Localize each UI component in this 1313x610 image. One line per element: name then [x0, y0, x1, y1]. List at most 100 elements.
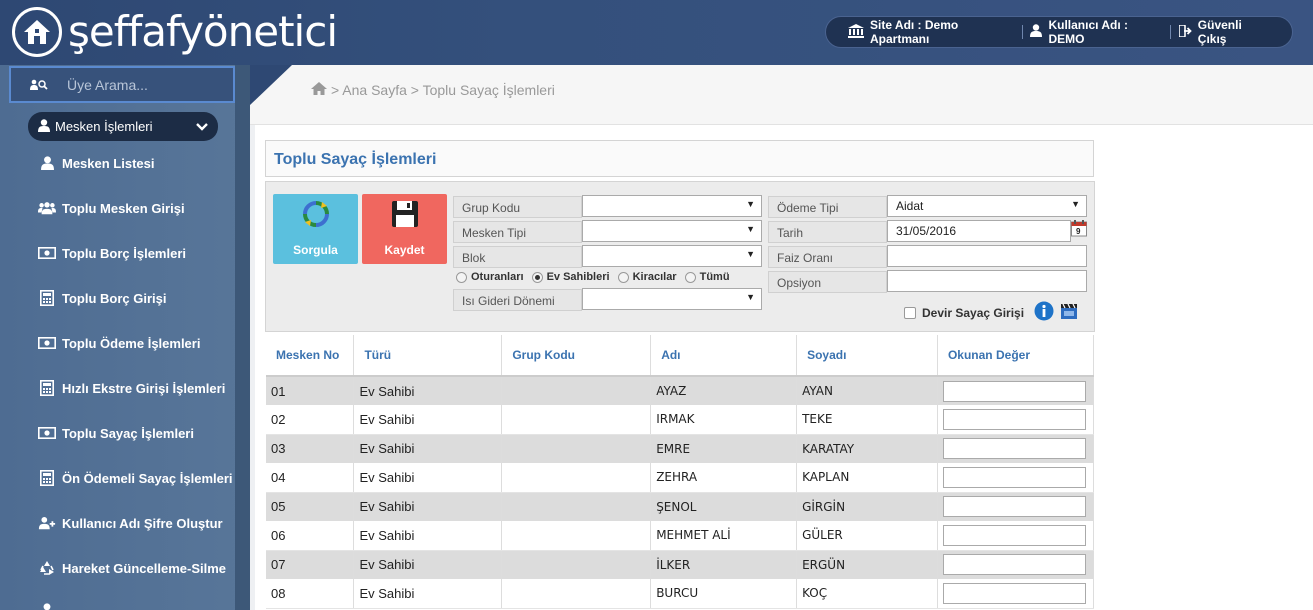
query-button-label: Sorgula	[293, 243, 338, 257]
sidebar-item-label: Toplu Borç Girişi	[62, 290, 167, 306]
odeme-tipi-value: Aidat	[896, 199, 924, 213]
sidebar-item-partial[interactable]	[38, 599, 56, 610]
sidebar-item-on-odemeli-sayac[interactable]: Ön Ödemeli Sayaç İşlemleri	[38, 467, 233, 489]
meter-table: Mesken No Türü Grup Kodu Adı Soyadı Okun…	[266, 335, 1095, 609]
radio-button[interactable]	[531, 271, 543, 283]
member-search	[9, 66, 235, 103]
video-icon[interactable]	[1060, 303, 1078, 323]
radio-button[interactable]	[617, 271, 629, 283]
sidebar-item-label: Hareket Güncelleme-Silme	[62, 560, 227, 576]
cell-adi: ŞENOL	[650, 492, 798, 521]
site-info: Site Adı : Demo Apartmanı	[840, 18, 1022, 46]
calendar-icon[interactable]: 9	[1071, 220, 1087, 240]
okunan-deger-input[interactable]	[942, 380, 1086, 402]
okunan-deger-input[interactable]	[942, 466, 1086, 488]
isi-gideri-label: Isı Gideri Dönemi	[453, 289, 582, 311]
home-icon[interactable]	[311, 82, 327, 98]
col-okunan-deger[interactable]: Okunan Değer	[937, 335, 1095, 377]
user-icon	[1030, 24, 1043, 40]
sidebar-item-toplu-borc-girisi[interactable]: Toplu Borç Girişi	[38, 287, 167, 309]
cell-turu: Ev Sahibi	[353, 463, 503, 493]
col-turu[interactable]: Türü	[353, 335, 503, 377]
bank-icon	[848, 23, 864, 41]
okunan-deger-input[interactable]	[942, 582, 1086, 604]
isi-gideri-select[interactable]: ▼	[582, 288, 762, 310]
okunan-deger-input[interactable]	[942, 408, 1086, 430]
info-icon[interactable]	[1034, 301, 1054, 324]
sidebar-item-toplu-sayac[interactable]: Toplu Sayaç İşlemleri	[38, 422, 194, 444]
cell-soyadi: TEKE	[796, 405, 938, 435]
sidebar-item-toplu-odeme-islemleri[interactable]: Toplu Ödeme İşlemleri	[38, 332, 200, 354]
odeme-tipi-label: Ödeme Tipi	[768, 196, 887, 218]
sidebar-item-toplu-borc-islemleri[interactable]: Toplu Borç İşlemleri	[38, 242, 186, 264]
cell-grup-kodu	[501, 405, 652, 435]
okunan-deger-input[interactable]	[942, 438, 1086, 460]
devir-checkbox[interactable]	[904, 306, 916, 319]
radio-oturanlari[interactable]: Oturanları	[456, 271, 524, 283]
content-gutter	[250, 125, 255, 610]
cell-okunan-deger	[937, 434, 1095, 463]
table-row: 04 Ev Sahibi ZEHRA KAPLAN	[266, 463, 1095, 493]
radio-kiracilar[interactable]: Kiracılar	[617, 271, 677, 283]
logout-link[interactable]: Güvenli Çıkış	[1171, 18, 1278, 46]
table-row: 06 Ev Sahibi MEHMET ALİ GÜLER	[266, 521, 1095, 551]
radio-tumu[interactable]: Tümü	[684, 271, 730, 283]
breadcrumb-text[interactable]: > Ana Sayfa > Toplu Sayaç İşlemleri	[331, 82, 555, 98]
sidebar-item-hizli-ekstre[interactable]: Hızlı Ekstre Girişi İşlemleri	[38, 377, 225, 399]
col-soyadi[interactable]: Soyadı	[796, 335, 938, 377]
query-button[interactable]: Sorgula	[273, 194, 358, 264]
cell-soyadi: GÜLER	[796, 521, 938, 551]
okunan-deger-input[interactable]	[942, 524, 1086, 546]
radio-button[interactable]	[684, 271, 696, 283]
tarih-label: Tarih	[768, 221, 887, 243]
okunan-deger-input[interactable]	[942, 554, 1086, 576]
opsiyon-input[interactable]	[887, 270, 1087, 292]
users-icon	[38, 201, 56, 215]
tarih-input[interactable]: 31/05/2016	[887, 220, 1071, 242]
okunan-deger-input[interactable]	[942, 496, 1086, 518]
radio-label: Kiracılar	[632, 271, 677, 283]
odeme-tipi-select[interactable]: Aidat ▼	[887, 195, 1087, 217]
cell-okunan-deger	[937, 550, 1095, 579]
search-input[interactable]	[67, 76, 227, 93]
col-adi[interactable]: Adı	[650, 335, 798, 377]
cell-grup-kodu	[501, 492, 652, 521]
menu-group-mesken[interactable]: Mesken İşlemleri	[28, 112, 218, 141]
sidebar-item-hareket-guncelleme[interactable]: Hareket Güncelleme-Silme	[38, 557, 226, 579]
radio-label: Tümü	[699, 271, 730, 283]
sidebar-item-label: Kullanıcı Adı Şifre Oluştur	[62, 515, 223, 531]
cell-adi: İLKER	[650, 550, 798, 579]
grup-kodu-select[interactable]: ▼	[582, 195, 762, 217]
resident-type-radios: Oturanları Ev Sahibleri Kiracılar Tümü	[456, 271, 730, 283]
dropdown-arrow-icon: ▼	[746, 199, 755, 209]
radio-ev-sahibleri[interactable]: Ev Sahibleri	[531, 271, 610, 283]
cell-adi: EMRE	[650, 434, 798, 463]
home-logo-icon[interactable]	[12, 7, 62, 57]
radio-label: Ev Sahibleri	[546, 271, 610, 283]
faiz-orani-input[interactable]	[887, 245, 1087, 267]
table-row: 05 Ev Sahibi ŞENOL GİRGİN	[266, 492, 1095, 521]
mesken-tipi-select[interactable]: ▼	[582, 220, 762, 242]
blok-select[interactable]: ▼	[582, 245, 762, 267]
cell-grup-kodu	[501, 376, 652, 405]
user-name: Kullanıcı Adı : DEMO	[1048, 18, 1129, 46]
radio-button[interactable]	[456, 271, 467, 283]
cell-mesken-no: 05	[266, 492, 355, 521]
sidebar-item-mesken-listesi[interactable]: Mesken Listesi	[38, 152, 155, 174]
sidebar-item-kullanici-sifre[interactable]: Kullanıcı Adı Şifre Oluştur	[38, 512, 223, 534]
cell-soyadi: KARATAY	[796, 434, 938, 463]
col-grup-kodu[interactable]: Grup Kodu	[501, 335, 652, 377]
save-button[interactable]: Kaydet	[362, 194, 447, 264]
mesken-tipi-label: Mesken Tipi	[453, 221, 582, 243]
col-mesken-no[interactable]: Mesken No	[266, 335, 355, 377]
table-header-row: Mesken No Türü Grup Kodu Adı Soyadı Okun…	[266, 335, 1095, 377]
calculator-icon	[38, 290, 56, 306]
dropdown-arrow-icon: ▼	[1071, 199, 1080, 209]
sidebar-item-toplu-mesken-girisi[interactable]: Toplu Mesken Girişi	[38, 197, 185, 219]
table-row: 07 Ev Sahibi İLKER ERGÜN	[266, 550, 1095, 579]
cell-adi: MEHMET ALİ	[650, 521, 798, 551]
grup-kodu-label: Grup Kodu	[453, 196, 582, 218]
chevron-down-icon	[196, 119, 208, 134]
breadcrumb: > Ana Sayfa > Toplu Sayaç İşlemleri	[311, 82, 555, 98]
cell-soyadi: GİRGİN	[796, 492, 938, 521]
